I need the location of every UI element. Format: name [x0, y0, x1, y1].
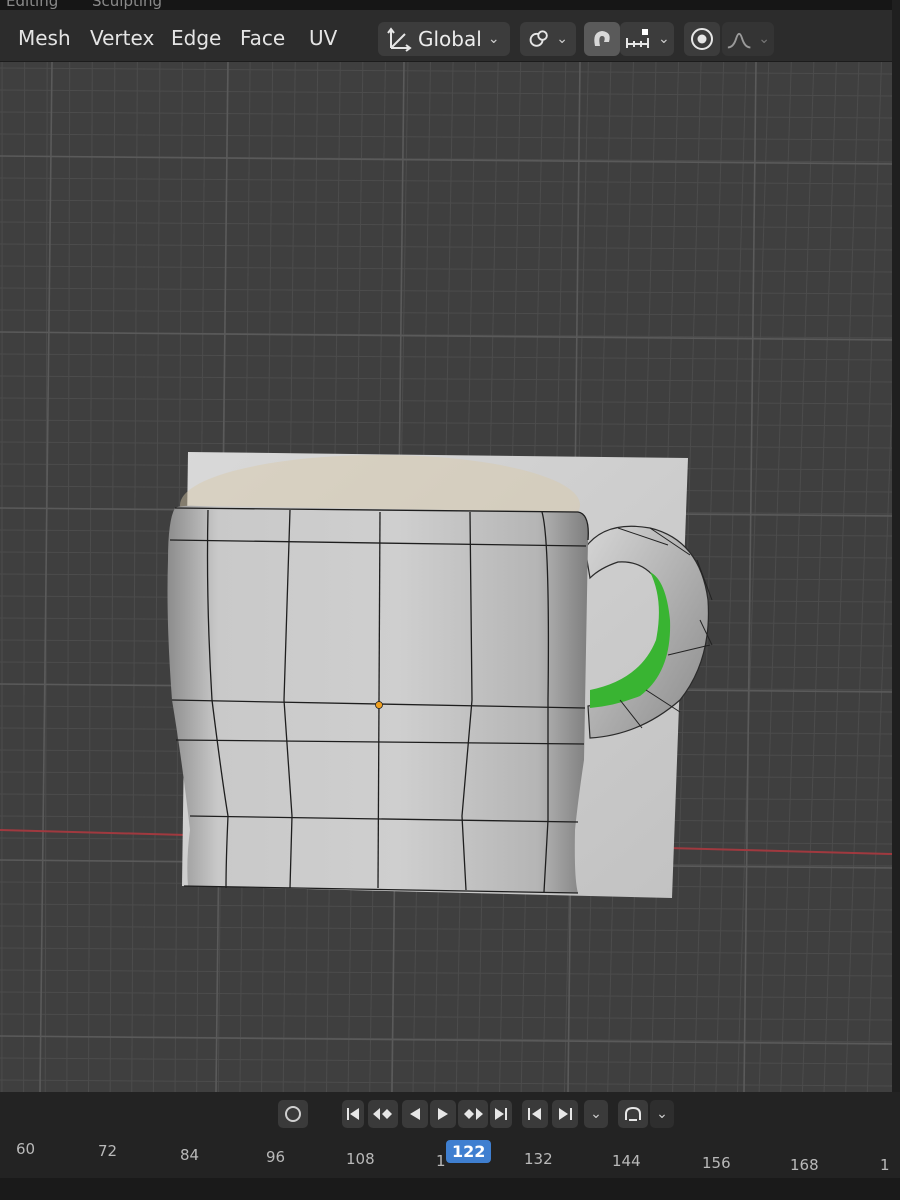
timeline-footer: [0, 1178, 900, 1200]
jump-start-icon: [347, 1108, 359, 1120]
play-button[interactable]: [430, 1100, 456, 1128]
transform-orientation-icon: [387, 27, 412, 52]
previous-keyframe-button[interactable]: [368, 1100, 398, 1128]
keying-dropdown[interactable]: ⌄: [650, 1100, 674, 1128]
playback-dropdown[interactable]: ⌄: [584, 1100, 608, 1128]
jump-end-button[interactable]: [490, 1100, 512, 1128]
record-button[interactable]: [278, 1100, 308, 1128]
play-icon: [438, 1108, 448, 1120]
record-icon: [285, 1106, 301, 1122]
jump-start-button[interactable]: [342, 1100, 364, 1128]
frame-number: 144: [612, 1152, 641, 1170]
chevron-down-icon: ⌄: [590, 1106, 602, 1122]
snap-toggle[interactable]: [584, 22, 620, 56]
frame-number: 168: [790, 1156, 819, 1174]
workspace-tab-sculpting[interactable]: Sculpting: [92, 0, 162, 10]
keying-button[interactable]: [618, 1100, 648, 1128]
menu-mesh[interactable]: Mesh: [18, 26, 71, 50]
play-reverse-icon: [410, 1108, 420, 1120]
window-edge: [892, 0, 900, 1200]
workspace-tabs: Editing Sculpting: [0, 0, 900, 10]
chevron-down-icon: ⌄: [758, 31, 770, 47]
snap-target-dropdown[interactable]: ⌄: [620, 22, 674, 56]
object-origin: [375, 701, 383, 709]
previous-frame-icon: [528, 1108, 541, 1120]
frame-number: 96: [266, 1148, 286, 1166]
frame-number: 132: [524, 1150, 553, 1168]
next-frame-button[interactable]: [552, 1100, 578, 1128]
frame-number: 108: [346, 1150, 375, 1168]
menu-face[interactable]: Face: [240, 26, 285, 50]
pivot-point-icon: [529, 30, 548, 47]
frame-number: 84: [180, 1146, 200, 1164]
next-frame-icon: [559, 1108, 572, 1120]
frame-ruler[interactable]: 60 72 84 96 108 1 122 132 144 156 168 1: [0, 1140, 900, 1180]
mug-scene: [167, 452, 713, 898]
proportional-editing-icon: [691, 28, 713, 50]
transform-orientation-label: Global: [418, 27, 482, 51]
play-reverse-button[interactable]: [402, 1100, 428, 1128]
viewport-header: Mesh Vertex Edge Face UV Global ⌄ ⌄ ⌄ ⌄: [0, 10, 900, 62]
chevron-down-icon: ⌄: [656, 1106, 668, 1122]
falloff-curve-icon: [727, 32, 751, 49]
next-keyframe-button[interactable]: [458, 1100, 488, 1128]
transform-orientation-dropdown[interactable]: Global ⌄: [378, 22, 510, 56]
frame-number: 60: [16, 1140, 36, 1158]
falloff-dropdown[interactable]: ⌄: [722, 22, 774, 56]
pivot-point-dropdown[interactable]: ⌄: [520, 22, 576, 56]
workspace-tab-editing[interactable]: Editing: [6, 0, 58, 10]
playback-controls: ⌄ ⌄: [0, 1092, 900, 1136]
menu-vertex[interactable]: Vertex: [90, 26, 154, 50]
snap-increment-icon: [626, 29, 649, 48]
proportional-editing-toggle[interactable]: [684, 22, 720, 56]
current-frame-indicator[interactable]: 122: [446, 1140, 492, 1163]
chevron-down-icon: ⌄: [556, 31, 568, 47]
menu-uv[interactable]: UV: [309, 26, 337, 50]
next-keyframe-icon: [464, 1108, 483, 1120]
frame-number: 1: [436, 1152, 446, 1170]
chevron-down-icon: ⌄: [487, 31, 500, 47]
keying-icon: [625, 1106, 641, 1121]
timeline: ⌄ ⌄ 60 72 84 96 108 1 122 132 144 156 16…: [0, 1092, 900, 1200]
chevron-down-icon: ⌄: [658, 31, 670, 47]
jump-end-icon: [495, 1108, 507, 1120]
frame-number: 156: [702, 1154, 731, 1172]
3d-viewport[interactable]: [0, 62, 892, 1092]
frame-number: 1: [880, 1156, 890, 1174]
snap-magnet-icon: [594, 31, 610, 46]
previous-frame-button[interactable]: [522, 1100, 548, 1128]
frame-number: 72: [98, 1142, 118, 1160]
menu-edge[interactable]: Edge: [171, 26, 221, 50]
previous-keyframe-icon: [373, 1108, 392, 1120]
